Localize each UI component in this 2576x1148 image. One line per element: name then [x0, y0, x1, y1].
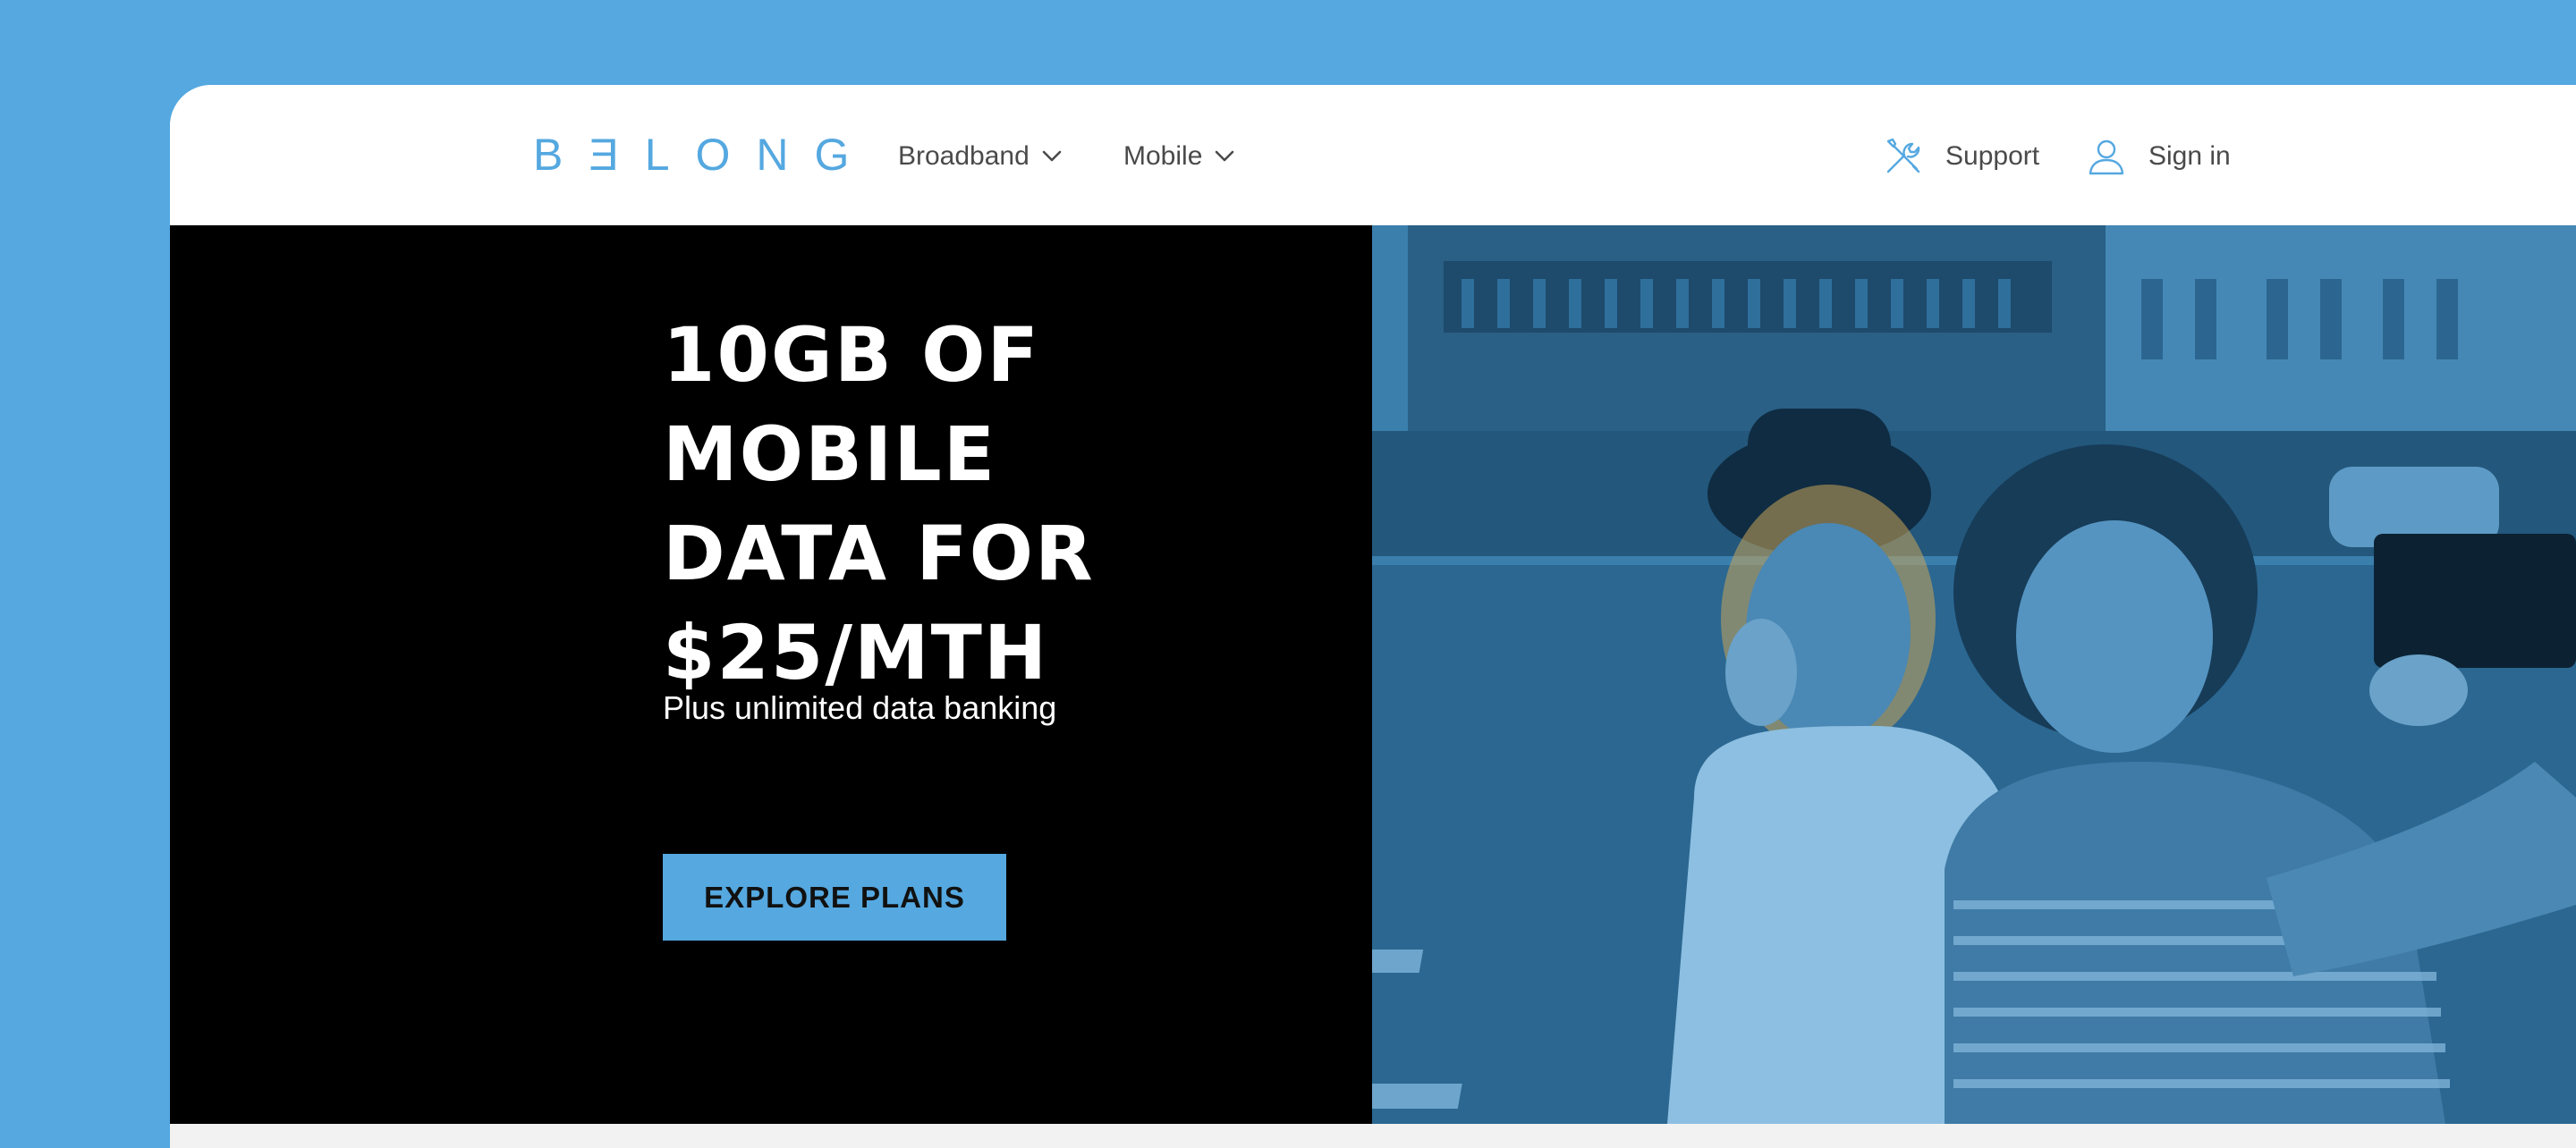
- site-header: BƎLONG Broadband Mobile Support Sign in: [170, 85, 2576, 225]
- support-link[interactable]: Support: [1883, 135, 2039, 178]
- browser-window: BƎLONG Broadband Mobile Support Sign in …: [170, 85, 2576, 1148]
- hero-photo-illustration: [1372, 225, 2576, 1124]
- nav-broadband[interactable]: Broadband: [898, 139, 1062, 174]
- belong-logo[interactable]: BƎLONG: [533, 128, 875, 181]
- support-label: Support: [1945, 141, 2040, 171]
- user-icon: [2089, 139, 2124, 175]
- tools-icon: [1886, 138, 1920, 173]
- hero-subheadline: Plus unlimited data banking: [663, 689, 1057, 726]
- hero-photo: [1372, 225, 2576, 1124]
- nav-mobile-label: Mobile: [1123, 141, 1203, 171]
- signin-label: Sign in: [2148, 141, 2231, 171]
- nav-mobile[interactable]: Mobile: [1123, 139, 1234, 174]
- chevron-down-icon: [1042, 150, 1062, 162]
- hero-headline: 10GB OF MOBILE DATA FOR $25/MTH: [663, 311, 1095, 696]
- below-fold-section: [170, 1124, 2576, 1148]
- signin-link[interactable]: Sign in: [2086, 135, 2231, 178]
- explore-plans-button[interactable]: EXPLORE PLANS: [663, 854, 1006, 941]
- nav-broadband-label: Broadband: [898, 141, 1030, 171]
- chevron-down-icon: [1216, 150, 1234, 162]
